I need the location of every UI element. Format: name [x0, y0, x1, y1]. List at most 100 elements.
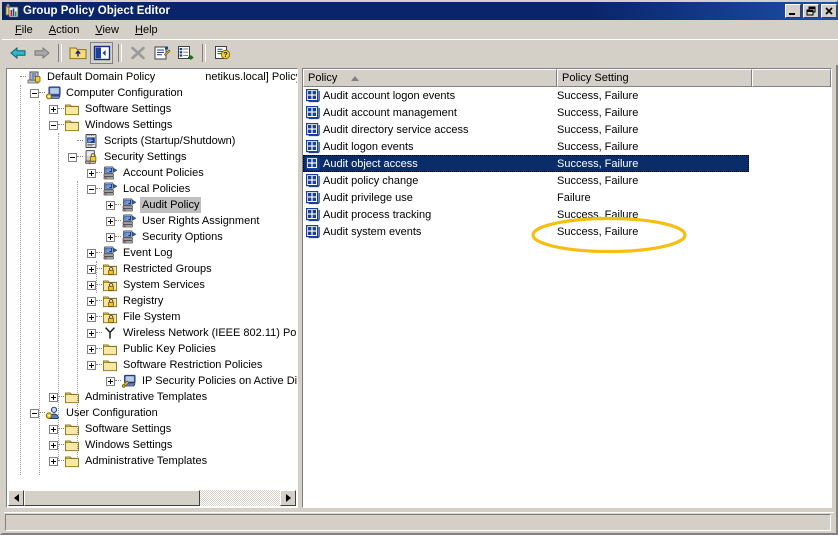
scroll-track[interactable]	[24, 490, 280, 506]
tree-item-label: Software Settings	[85, 103, 172, 115]
expand-plus-icon[interactable]	[87, 248, 96, 258]
minimize-button[interactable]	[785, 4, 801, 18]
tree-item-computer-configuration[interactable]: Computer Configuration	[7, 85, 297, 101]
audit-policy-item-icon	[305, 88, 321, 104]
tree-item-local-policies[interactable]: Local Policies	[7, 181, 297, 197]
console-tree-pane[interactable]: Default Domain Policy netikus.local] Poli…	[6, 68, 298, 508]
table-row[interactable]: Audit account management Success, Failure	[303, 104, 831, 121]
expand-plus-icon[interactable]	[87, 264, 96, 274]
collapse-minus-icon[interactable]	[87, 184, 96, 194]
expand-plus-icon[interactable]	[87, 328, 96, 338]
expand-plus-icon[interactable]	[49, 424, 58, 434]
tree-item-software-restriction-policies[interactable]: Software Restriction Policies	[7, 357, 297, 373]
tree-connector-line	[58, 133, 59, 459]
tree-item-restricted-groups[interactable]: Restricted Groups	[7, 261, 297, 277]
tree-item-software-settings[interactable]: Software Settings	[7, 421, 297, 437]
client-area: Default Domain Policy netikus.local] Poli…	[4, 66, 834, 510]
menu-help[interactable]: Help	[127, 22, 166, 38]
column-policy-setting[interactable]: Policy Setting	[557, 69, 752, 87]
scroll-left-button[interactable]	[8, 490, 24, 506]
expand-plus-icon[interactable]	[49, 392, 58, 402]
menu-view[interactable]: View	[87, 22, 127, 38]
tree-item-user-configuration[interactable]: User Configuration	[7, 405, 297, 421]
table-row[interactable]: Audit directory service access Success, F…	[303, 121, 831, 138]
close-button[interactable]	[821, 4, 837, 18]
expand-plus-icon[interactable]	[49, 104, 58, 114]
tree-item-public-key-policies[interactable]: Public Key Policies	[7, 341, 297, 357]
tree-item-scripts-startup-shutdown[interactable]: Scripts (Startup/Shutdown)	[7, 133, 297, 149]
tree-item-audit-policy[interactable]: Audit Policy	[7, 197, 297, 213]
table-row[interactable]: Audit account logon events Success, Failu…	[303, 87, 831, 104]
menu-action[interactable]: Action	[41, 22, 88, 38]
policy-node-icon	[121, 197, 137, 213]
restore-button[interactable]	[803, 4, 819, 18]
tree-item-label: File System	[123, 311, 181, 323]
tree-item-default-domain-policy[interactable]: Default Domain Policy netikus.local] Poli…	[7, 69, 297, 85]
expand-plus-icon[interactable]	[87, 360, 96, 370]
table-row[interactable]: Audit process tracking Success, Failure	[303, 206, 831, 223]
tree-item-label: Audit Policy	[140, 197, 202, 213]
expand-plus-icon[interactable]	[106, 216, 115, 226]
tree-item-security-options[interactable]: Security Options	[7, 229, 297, 245]
expand-plus-icon[interactable]	[49, 456, 58, 466]
tree-horizontal-scrollbar[interactable]	[8, 490, 296, 506]
tree-item-windows-settings[interactable]: Windows Settings	[7, 437, 297, 453]
menu-file[interactable]: FFileile	[7, 22, 41, 38]
tree-item-label: Default Domain Policy	[47, 71, 156, 83]
tree-item-registry[interactable]: Registry	[7, 293, 297, 309]
collapse-minus-icon[interactable]	[68, 152, 77, 162]
tree-item-security-settings[interactable]: Security Settings	[7, 149, 297, 165]
table-row[interactable]: Audit privilege use Failure	[303, 189, 831, 206]
tree-item-event-log[interactable]: Event Log	[7, 245, 297, 261]
expand-plus-icon[interactable]	[49, 440, 58, 450]
up-one-level-button[interactable]	[66, 42, 89, 64]
policy-name-cell: Audit account management	[323, 106, 457, 119]
tree-item-software-settings[interactable]: Software Settings	[7, 101, 297, 117]
table-row[interactable]: Audit logon events Success, Failure	[303, 138, 831, 155]
table-row[interactable]: Audit system events Success, Failure	[303, 223, 831, 240]
tree-item-user-rights-assignment[interactable]: User Rights Assignment	[7, 213, 297, 229]
properties-button[interactable]	[150, 42, 173, 64]
collapse-minus-icon[interactable]	[49, 120, 58, 130]
console-tree[interactable]: Default Domain Policy netikus.local] Poli…	[7, 69, 297, 491]
expand-plus-icon[interactable]	[106, 376, 115, 386]
policy-node-icon	[102, 181, 118, 197]
collapse-minus-icon[interactable]	[30, 408, 39, 418]
tree-item-system-services[interactable]: System Services	[7, 277, 297, 293]
expand-plus-icon[interactable]	[87, 312, 96, 322]
expand-plus-icon[interactable]	[106, 232, 115, 242]
tree-item-ip-security-policies-on-active-directory[interactable]: IP Security Policies on Active Directory…	[7, 373, 297, 389]
list-body[interactable]: Audit account logon events Success, Failu…	[303, 87, 831, 507]
collapse-minus-icon[interactable]	[30, 88, 39, 98]
results-list-pane[interactable]: Policy Policy Setting Audit account logo…	[302, 68, 832, 508]
table-row[interactable]: Audit object access Success, Failure	[303, 155, 831, 172]
expand-plus-icon[interactable]	[87, 168, 96, 178]
tree-item-account-policies[interactable]: Account Policies	[7, 165, 297, 181]
export-list-button[interactable]	[174, 42, 197, 64]
tree-item-file-system[interactable]: File System	[7, 309, 297, 325]
column-policy[interactable]: Policy	[303, 69, 557, 87]
expand-plus-icon[interactable]	[87, 280, 96, 290]
scroll-right-button[interactable]	[280, 490, 296, 506]
toolbar-separator-1	[58, 43, 62, 62]
policy-setting-cell: Success, Failure	[557, 123, 639, 136]
expand-plus-icon[interactable]	[87, 296, 96, 306]
table-row[interactable]: Audit policy change Success, Failure	[303, 172, 831, 189]
tree-item-wireless-network-ieee-802-11-policies[interactable]: Wireless Network (IEEE 802.11) Policies	[7, 325, 297, 341]
tree-item-windows-settings[interactable]: Windows Settings	[7, 117, 297, 133]
title-bar: Group Policy Object Editor	[2, 2, 838, 20]
tree-item-administrative-templates[interactable]: Administrative Templates	[7, 389, 297, 405]
tree-item-label: Scripts (Startup/Shutdown)	[104, 135, 236, 147]
show-hide-console-tree-button[interactable]	[90, 41, 113, 64]
help-button[interactable]: ?	[210, 42, 233, 64]
back-button[interactable]	[6, 42, 29, 64]
expand-plus-icon[interactable]	[87, 344, 96, 354]
expand-plus-icon[interactable]	[106, 200, 115, 210]
tree-item-administrative-templates[interactable]: Administrative Templates	[7, 453, 297, 469]
scroll-thumb[interactable]	[24, 490, 200, 506]
policy-setting-cell: Failure	[557, 191, 591, 204]
column-blank[interactable]	[752, 69, 831, 87]
